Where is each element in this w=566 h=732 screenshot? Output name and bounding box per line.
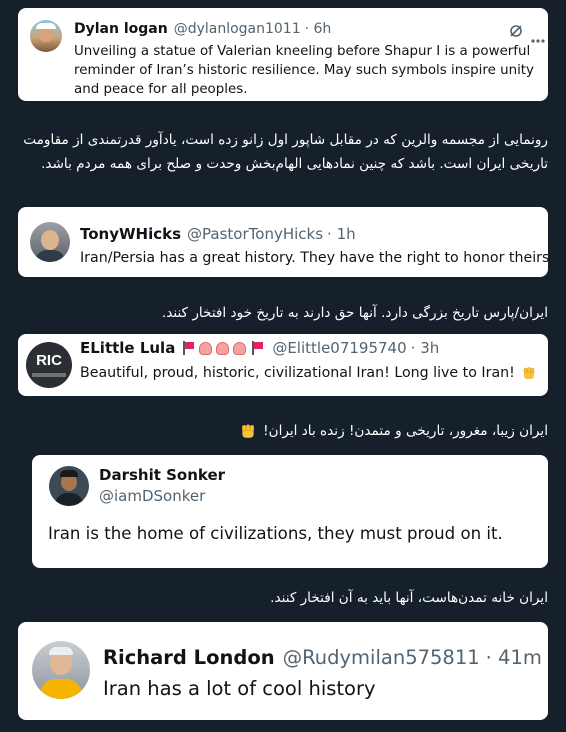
grok-icon[interactable] xyxy=(509,23,523,37)
author-name[interactable]: TonyWHicks xyxy=(80,225,181,243)
timestamp[interactable]: · 6h xyxy=(305,21,332,37)
author-handle[interactable]: @dylanlogan1011 xyxy=(174,21,301,37)
timestamp[interactable]: · 3h xyxy=(411,339,440,357)
timestamp[interactable]: · 41m xyxy=(486,646,542,669)
author-name[interactable]: Darshit Sonker xyxy=(99,466,225,484)
avatar[interactable] xyxy=(32,641,90,699)
tweet-text: Unveiling a statue of Valerian kneeling … xyxy=(74,44,534,97)
author-handle[interactable]: @Rudymilan575811 xyxy=(283,646,480,669)
translation-2: ایران/پارس تاریخ بزرگی دارد. آنها حق دار… xyxy=(161,305,548,321)
tweet-card-darshit[interactable]: Darshit Sonker @iamDSonker Iran is the h… xyxy=(32,455,548,568)
timestamp[interactable]: · 1h xyxy=(327,225,356,243)
tweet-text: Iran has a lot of cool history xyxy=(103,677,376,700)
tweet-card-elittle[interactable]: RIC ELittle Lula @Elittle07195740 · 3h B… xyxy=(18,334,548,396)
octopus-icon xyxy=(216,341,230,355)
more-icon[interactable] xyxy=(531,28,545,43)
translation-4: ایران خانه تمدن‌هاست، آنها باید به آن اف… xyxy=(270,590,548,606)
octopus-icon xyxy=(233,341,247,355)
red-flag-icon xyxy=(181,341,195,355)
raised-fist-icon xyxy=(521,365,537,381)
avatar[interactable] xyxy=(49,466,89,506)
tweet-text: Iran is the home of civilizations, they … xyxy=(48,524,503,543)
author-handle[interactable]: @iamDSonker xyxy=(99,487,205,505)
octopus-icon xyxy=(199,341,213,355)
author-handle[interactable]: @Elittle07195740 xyxy=(272,339,406,357)
avatar[interactable] xyxy=(30,222,70,262)
author-handle[interactable]: @PastorTonyHicks xyxy=(187,225,323,243)
avatar[interactable] xyxy=(30,20,62,52)
author-name[interactable]: ELittle Lula xyxy=(80,339,175,357)
tweet-text: Beautiful, proud, historic, civilization… xyxy=(80,365,515,381)
author-name[interactable]: Dylan logan xyxy=(74,21,168,37)
tweet-card-tony[interactable]: TonyWHicks @PastorTonyHicks · 1h Iran/Pe… xyxy=(18,207,548,277)
red-flag-icon xyxy=(250,341,264,355)
author-name[interactable]: Richard London xyxy=(103,646,275,669)
tweet-card-dylan[interactable]: Dylan logan @dylanlogan1011 · 6h Unveili… xyxy=(18,8,548,101)
translation-3: ایران زیبا، مغرور، تاریخی و متمدن! زنده … xyxy=(263,423,548,439)
avatar-text: RIC xyxy=(36,352,62,369)
tweet-card-richard[interactable]: Richard London @Rudymilan575811 · 41m Ir… xyxy=(18,622,548,720)
raised-fist-icon xyxy=(239,422,257,440)
avatar[interactable]: RIC xyxy=(26,342,72,388)
translation-1: رونمایی از مجسمه والرین که در مقابل شاپو… xyxy=(23,132,548,172)
tweet-text: Iran/Persia has a great history. They ha… xyxy=(80,250,548,266)
